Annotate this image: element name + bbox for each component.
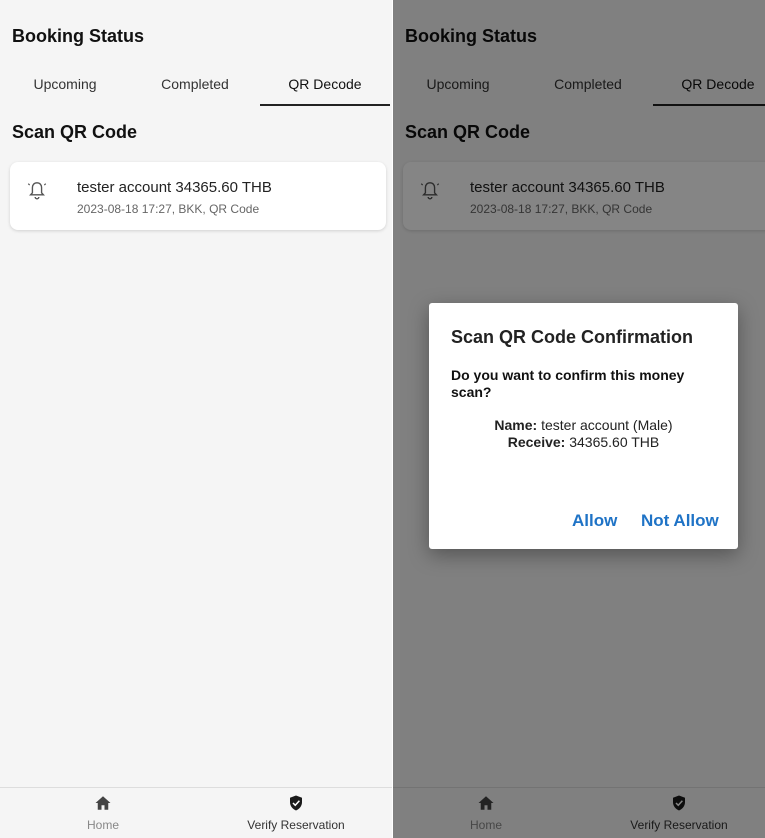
list-item-subtitle: 2023-08-18 17:27, BKK, QR Code	[77, 202, 260, 216]
home-icon	[95, 796, 111, 810]
dialog-details: Name: tester account (Male) Receive: 343…	[429, 417, 738, 451]
tab-qr-decode[interactable]: QR Decode	[653, 70, 765, 106]
tab-upcoming[interactable]: Upcoming	[393, 70, 523, 106]
list-item-title: tester account 34365.60 THB	[470, 179, 665, 196]
dialog-question: Do you want to confirm this money scan?	[451, 367, 685, 400]
section-title: Scan QR Code	[405, 122, 531, 142]
not-allow-button[interactable]: Not Allow	[641, 511, 719, 531]
nav-home-label: Home	[469, 818, 502, 832]
nav-verify-label: Verify Reservation	[247, 818, 345, 832]
confirmation-dialog: Scan QR Code Confirmation Do you want to…	[429, 303, 738, 549]
bell-icon	[420, 182, 440, 200]
list-item-subtitle: 2023-08-18 17:27, BKK, QR Code	[470, 202, 653, 216]
dialog-name-row: Name: tester account (Male)	[429, 417, 738, 434]
nav-verify-label: Verify Reservation	[630, 818, 728, 832]
right-screen: Booking Status Upcoming Completed QR Dec…	[393, 0, 765, 838]
tab-completed[interactable]: Completed	[523, 70, 653, 106]
nav-verify-reservation[interactable]: Verify Reservation	[238, 794, 354, 832]
dialog-name-value: tester account (Male)	[541, 417, 673, 433]
dialog-receive-label: Receive:	[507, 434, 566, 450]
nav-verify-reservation[interactable]: Verify Reservation	[621, 794, 737, 832]
dialog-receive-value: 34365.60 THB	[569, 434, 660, 450]
nav-home[interactable]: Home	[80, 794, 126, 832]
bell-icon	[27, 182, 47, 200]
list-item[interactable]: tester account 34365.60 THB 2023-08-18 1…	[403, 162, 765, 230]
list-item-title: tester account 34365.60 THB	[77, 179, 272, 196]
left-screen: Booking Status Upcoming Completed QR Dec…	[0, 0, 392, 838]
section-title: Scan QR Code	[12, 122, 138, 142]
tab-upcoming[interactable]: Upcoming	[0, 70, 130, 106]
page-title: Booking Status	[405, 26, 538, 46]
list-item[interactable]: tester account 34365.60 THB 2023-08-18 1…	[10, 162, 386, 230]
allow-button[interactable]: Allow	[572, 511, 617, 531]
tab-qr-decode[interactable]: QR Decode	[260, 70, 390, 106]
nav-home-label: Home	[86, 818, 119, 832]
nav-home[interactable]: Home	[463, 794, 509, 832]
tab-bar: Upcoming Completed QR Decode	[0, 70, 392, 106]
dialog-title: Scan QR Code Confirmation	[451, 327, 694, 347]
home-icon	[478, 796, 494, 810]
tab-bar: Upcoming Completed QR Decode	[393, 70, 765, 106]
shield-check-icon	[290, 795, 302, 811]
dialog-receive-row: Receive: 34365.60 THB	[429, 434, 738, 451]
tab-completed[interactable]: Completed	[130, 70, 260, 106]
page-title: Booking Status	[12, 26, 145, 46]
dialog-name-label: Name:	[494, 417, 538, 433]
bottom-nav: Home Verify Reservation	[0, 787, 392, 838]
bottom-nav: Home Verify Reservation	[393, 787, 765, 838]
shield-check-icon	[673, 795, 685, 811]
